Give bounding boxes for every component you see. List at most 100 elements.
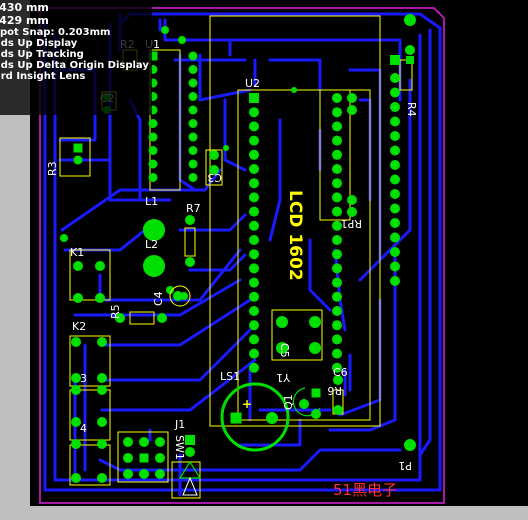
p1-pin-pad — [390, 87, 400, 98]
inductor-l2-pad — [143, 255, 165, 277]
label-r3: R3 — [46, 161, 59, 176]
c5-pad — [309, 342, 321, 354]
label-c5: C5 — [278, 343, 291, 358]
j1-pin-pad — [155, 437, 165, 447]
hud-option-display: ads Up Display — [0, 38, 78, 49]
label-k2: K2 — [72, 320, 86, 333]
label-sw1: SW1 — [173, 435, 186, 460]
mount-hole-pad — [404, 14, 416, 26]
c6-pad — [276, 316, 288, 328]
lcd-pin-pad — [249, 206, 259, 217]
u1-pin-pad — [188, 105, 198, 115]
key-pad — [71, 439, 81, 449]
u2-right-pin-pad — [332, 320, 342, 331]
lcd-pin-pad — [249, 164, 259, 174]
u2-right-pin-pad — [332, 263, 342, 274]
lcd-pin-pad — [249, 121, 259, 132]
mount-hole-pad — [404, 439, 416, 451]
q1-pad — [311, 409, 321, 419]
c3-pad — [209, 150, 219, 160]
label-r4: R4 — [405, 102, 418, 117]
u1-pin-pad — [148, 119, 158, 128]
key-pad — [71, 337, 81, 347]
p1-pin-pad — [390, 247, 400, 257]
p1-pin-pad — [390, 276, 400, 286]
lcd-pin-pad — [249, 320, 259, 331]
hud-option-hotspot-snap: spot Snap: 0.203mm — [0, 27, 111, 38]
p1-pin-pad — [390, 102, 400, 112]
key-pad — [97, 417, 107, 427]
lcd-pin-1-pad — [249, 93, 259, 103]
buzzer-polarity-mark: + — [242, 397, 252, 411]
label-k1: K1 — [70, 246, 84, 259]
k1-pad — [73, 293, 83, 303]
u1-pin-pad — [188, 65, 198, 74]
u1-pin-pad — [188, 146, 198, 155]
label-ls1: LS1 — [220, 370, 240, 383]
j1-pin-pad — [155, 469, 165, 479]
u1-pin-pad — [188, 132, 198, 142]
hud-option-delta-origin: ads Up Delta Origin Display — [0, 60, 149, 71]
lcd-pin-pad — [249, 192, 259, 203]
heads-up-display: .430 mm .429 mm spot Snap: 0.203mm ads U… — [0, 0, 152, 115]
u1-pin-pad — [188, 51, 198, 61]
lcd-pin-pad — [249, 249, 259, 260]
y-coordinate-readout: .429 mm — [0, 14, 49, 27]
label-q1: Q1 — [282, 394, 295, 410]
u2-right-pin-pad — [332, 348, 342, 359]
u1-pin-pad — [188, 119, 198, 128]
hud-option-insight-lens: ard Insight Lens — [0, 71, 86, 82]
pad — [291, 87, 297, 93]
lcd-pin-pad — [249, 220, 259, 231]
u1-pin-pad — [148, 132, 158, 142]
label-rp1: RP1 — [341, 217, 362, 230]
pad — [143, 225, 149, 231]
buzzer-pad — [266, 412, 278, 424]
lcd-pin-pad — [249, 263, 259, 274]
key-pad — [97, 337, 107, 347]
label-k3: 3 — [80, 372, 87, 385]
pad — [178, 36, 186, 44]
p1-pin-pad — [390, 174, 400, 185]
u2-right-pin-pad — [332, 107, 342, 118]
pad — [161, 26, 169, 34]
label-r6: R6 — [327, 384, 342, 397]
u2-right-pin-pad — [332, 235, 342, 245]
j1-pin-pad — [123, 453, 133, 463]
rp1-pad — [347, 93, 357, 103]
p1-pin-pad — [390, 131, 400, 141]
u1-pin-pad — [148, 146, 158, 155]
lcd-pin-pad — [249, 107, 259, 118]
label-c6: C6 — [333, 366, 348, 379]
key-pad — [97, 473, 107, 483]
p1-pin-pad — [390, 261, 400, 272]
lcd-silkscreen-label: LCD 1602 — [285, 190, 305, 281]
r6-pad — [333, 405, 343, 415]
j1-pin-pad — [155, 453, 165, 463]
label-l1: L1 — [145, 195, 158, 208]
pad — [223, 145, 229, 151]
key-pad — [71, 473, 81, 483]
lcd-pin-pad — [249, 291, 259, 302]
q1-pad — [299, 399, 309, 409]
label-r7: R7 — [186, 202, 201, 215]
r7-pad — [185, 257, 195, 267]
p1-pin-pad — [390, 116, 400, 127]
lcd-pin-pad — [249, 362, 259, 373]
k1-pad — [95, 293, 105, 303]
c6-pad — [309, 316, 321, 328]
key-pad — [97, 439, 107, 449]
key-pad — [71, 385, 81, 395]
r3-pad — [73, 155, 83, 165]
j1-pin-pad — [123, 469, 133, 479]
key-pad — [97, 373, 107, 383]
u2-right-pin-pad — [332, 192, 342, 203]
rp1-pad — [347, 105, 357, 115]
key-pad — [97, 385, 107, 395]
u1-pin-pad — [148, 173, 158, 182]
u2-right-pin-pad — [332, 206, 342, 217]
j1-pin-pad — [139, 469, 149, 479]
u2-right-pin-pad — [332, 249, 342, 260]
rp1-pad — [347, 195, 357, 205]
u2-right-pin-pad — [332, 93, 342, 103]
